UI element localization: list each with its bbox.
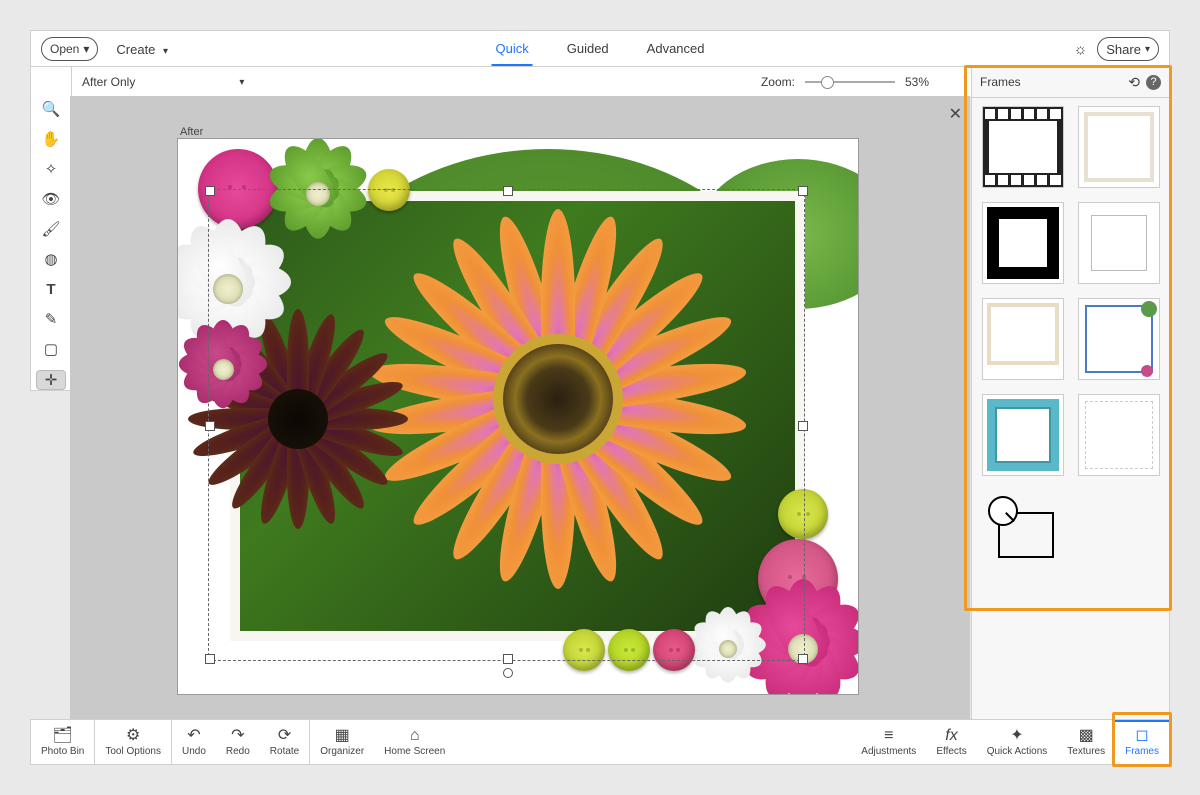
pink-small-button: [653, 629, 695, 671]
organizer-button[interactable]: ▦ Organizer: [310, 720, 374, 764]
redo-icon: ↷: [231, 728, 244, 744]
frame-thumb-magnifier[interactable]: [982, 490, 1064, 572]
organizer-icon: ▦: [335, 728, 350, 744]
effects-button[interactable]: fx Effects: [926, 720, 976, 764]
create-menu[interactable]: Create ▾: [116, 42, 168, 57]
mode-tabs: Quick Guided Advanced: [492, 33, 709, 66]
frame-thumb-paper[interactable]: [1078, 106, 1160, 188]
undo-label: Undo: [182, 746, 206, 757]
undo-icon: ↶: [187, 728, 200, 744]
green-decor-flower: [278, 154, 358, 234]
frames-label: Frames: [1125, 746, 1159, 757]
effects-label: Effects: [936, 746, 966, 757]
eyedropper-tool-icon[interactable]: ✎: [37, 310, 65, 328]
canvas-area[interactable]: ✕ After: [70, 96, 970, 720]
redo-button[interactable]: ↷ Redo: [216, 720, 260, 764]
redo-label: Redo: [226, 746, 250, 757]
open-button[interactable]: Open ▾: [41, 37, 98, 61]
close-icon[interactable]: ✕: [949, 104, 962, 124]
undo-button[interactable]: ↶ Undo: [172, 720, 216, 764]
frames-icon: ◻: [1135, 728, 1148, 744]
open-label: Open: [50, 42, 79, 56]
zoom-slider[interactable]: [805, 81, 895, 83]
tool-options-button[interactable]: ⚙ Tool Options: [95, 720, 171, 764]
move-tool-icon[interactable]: ✛: [36, 370, 66, 390]
rotate-icon: ⟳: [278, 728, 291, 744]
adjustments-icon: ≡: [884, 728, 893, 744]
quick-actions-button[interactable]: ✦ Quick Actions: [977, 720, 1058, 764]
home-icon: ⌂: [410, 728, 420, 744]
tool-strip: 🔍 ✋ ✧ 👁 🖌 ◍ T ✎ ▢ ✛: [30, 96, 72, 391]
photo-canvas[interactable]: [177, 138, 859, 695]
share-label: Share: [1106, 42, 1141, 57]
photo-bin-button[interactable]: 🗂 Photo Bin: [31, 720, 94, 764]
magenta-decor-flower: [188, 334, 258, 404]
yellow-button: [368, 169, 410, 211]
frames-grid: [972, 98, 1169, 580]
home-screen-button[interactable]: ⌂ Home Screen: [374, 720, 455, 764]
pink-decor-flower: [753, 599, 853, 695]
tab-guided[interactable]: Guided: [563, 33, 613, 66]
home-label: Home Screen: [384, 746, 445, 757]
chevron-down-icon: ▾: [1145, 44, 1150, 55]
bottom-bar: 🗂 Photo Bin ⚙ Tool Options ↶ Undo ↷ Redo ⟳ Ro…: [30, 719, 1170, 765]
effects-icon: fx: [945, 728, 957, 744]
tab-quick[interactable]: Quick: [492, 33, 533, 66]
lime-button: [778, 489, 828, 539]
frames-button[interactable]: ◻ Frames: [1115, 720, 1169, 764]
zoom-control: Zoom: 53%: [761, 75, 929, 89]
frame-thumb-black[interactable]: [982, 202, 1064, 284]
crop-tool-icon[interactable]: ▢: [37, 340, 65, 358]
spot-heal-tool-icon[interactable]: ◍: [37, 250, 65, 268]
rotate-label: Rotate: [270, 746, 299, 757]
frames-title: Frames: [980, 75, 1021, 89]
frames-panel: Frames ⟲ ?: [971, 66, 1170, 720]
textures-label: Textures: [1067, 746, 1105, 757]
reset-icon[interactable]: ⟲: [1128, 74, 1140, 91]
zoom-value: 53%: [905, 75, 929, 89]
frame-thumb-polaroid[interactable]: [982, 298, 1064, 380]
quick-select-tool-icon[interactable]: ✧: [37, 160, 65, 178]
view-mode-dropdown[interactable]: After Only ▾: [82, 75, 244, 89]
chevron-down-icon: ▾: [83, 42, 89, 56]
white-small-decor-flower: [698, 619, 758, 679]
pink-ribbon-button: [198, 149, 278, 229]
textures-icon: ▩: [1079, 728, 1094, 744]
frame-thumb-bluedots[interactable]: [1078, 298, 1160, 380]
hand-tool-icon[interactable]: ✋: [37, 130, 65, 148]
zoom-label: Zoom:: [761, 75, 795, 89]
brightness-icon[interactable]: ☼: [1074, 41, 1088, 58]
rotate-button[interactable]: ⟳ Rotate: [260, 720, 309, 764]
brush-tool-icon[interactable]: 🖌: [37, 220, 65, 238]
photo-bin-icon: 🗂: [53, 728, 73, 744]
view-mode-label: After Only: [82, 75, 135, 89]
eye-tool-icon[interactable]: 👁: [37, 190, 65, 208]
top-toolbar: Open ▾ Create ▾ Quick Guided Advanced ☼ …: [30, 30, 1170, 67]
lime-button-3: [608, 629, 650, 671]
zoom-tool-icon[interactable]: 🔍: [37, 100, 65, 118]
frame-thumb-scallop[interactable]: [1078, 394, 1160, 476]
tool-options-label: Tool Options: [105, 746, 161, 757]
quick-actions-label: Quick Actions: [987, 746, 1048, 757]
photo-bin-label: Photo Bin: [41, 746, 84, 757]
frame-thumb-film[interactable]: [982, 106, 1064, 188]
organizer-label: Organizer: [320, 746, 364, 757]
frame-thumb-thin[interactable]: [1078, 202, 1160, 284]
tool-options-icon: ⚙: [126, 728, 140, 744]
lime-button-2: [563, 629, 605, 671]
textures-button[interactable]: ▩ Textures: [1057, 720, 1115, 764]
help-icon[interactable]: ?: [1146, 75, 1161, 90]
quick-actions-icon: ✦: [1010, 728, 1023, 744]
adjustments-label: Adjustments: [861, 746, 916, 757]
create-label: Create: [116, 42, 155, 57]
chevron-down-icon: ▾: [239, 77, 244, 88]
tab-advanced[interactable]: Advanced: [643, 33, 709, 66]
chevron-down-icon: ▾: [163, 46, 168, 57]
share-button[interactable]: Share ▾: [1097, 37, 1159, 61]
frame-thumb-teal[interactable]: [982, 394, 1064, 476]
type-tool-icon[interactable]: T: [37, 280, 65, 298]
adjustments-button[interactable]: ≡ Adjustments: [851, 720, 926, 764]
main-flower: [358, 209, 758, 589]
after-label: After: [180, 126, 203, 138]
